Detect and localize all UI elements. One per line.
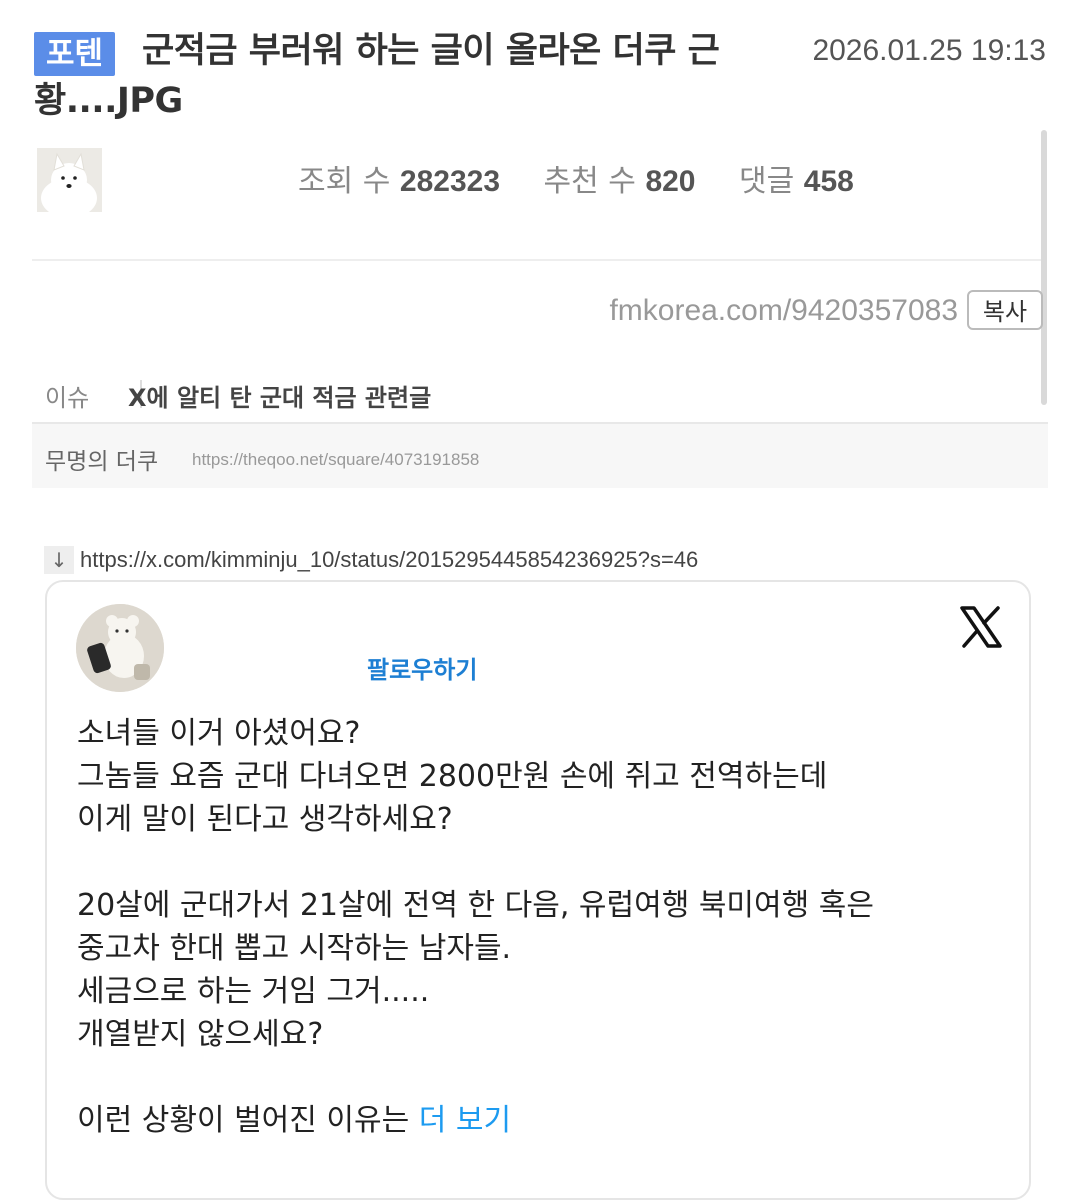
scrollbar[interactable]	[1041, 130, 1047, 405]
short-url[interactable]: fmkorea.com/9420357083	[609, 294, 958, 328]
embed-url[interactable]: https://x.com/kimminju_10/status/2015295…	[80, 547, 698, 572]
tweet-last-text: 이런 상황이 벌어진 이유는	[77, 1103, 410, 1138]
download-arrow-icon: ↓	[44, 546, 74, 574]
comments-stat: 댓글 458	[739, 164, 854, 199]
post-date: 2026.01.25 19:13	[812, 34, 1046, 67]
tweet-line: 소녀들 이거 아셨어요?	[77, 716, 361, 751]
tweet-line: 그놈들 요즘 군대 다녀오면 2800만원 손에 쥐고 전역하는데	[77, 759, 828, 794]
source-author: 무명의 더쿠	[45, 449, 159, 475]
author-avatar[interactable]	[37, 148, 102, 212]
post-header: 군적금 부러워 하는 글이 올라온 더쿠 근황....JPG 포텐 2026.0…	[34, 26, 1050, 126]
source-row: 무명의 더쿠 https://theqoo.net/square/4073191…	[32, 424, 1048, 488]
tweet-avatar[interactable]	[76, 604, 164, 692]
views-stat: 조회 수 282323	[298, 164, 500, 199]
tweet-line: 개열받지 않으세요?	[77, 1017, 324, 1052]
x-logo-icon[interactable]	[959, 606, 1003, 648]
source-link[interactable]: https://theqoo.net/square/4073191858	[192, 450, 479, 470]
recommend-stat: 추천 수 820	[543, 164, 696, 199]
issue-tag: 이슈	[45, 384, 90, 412]
category-badge[interactable]: 포텐	[34, 32, 116, 76]
tweet-line: 세금으로 하는 거임 그거.....	[77, 974, 430, 1009]
tweet-line: 중고차 한대 뽑고 시작하는 남자들.	[77, 931, 512, 966]
tweet-line: 20살에 군대가서 21살에 전역 한 다음, 유럽여행 북미여행 혹은	[77, 888, 874, 923]
embed-url-row[interactable]: ↓ https://x.com/kimminju_10/status/201529…	[44, 546, 698, 574]
tweet-card: 팔로우하기 소녀들 이거 아셨어요? 그놈들 요즘 군대 다녀오면 2800만원…	[45, 580, 1031, 1200]
post-title: 군적금 부러워 하는 글이 올라온 더쿠 근황....JPG	[34, 31, 720, 121]
read-more-link[interactable]: 더 보기	[419, 1103, 511, 1138]
tweet-last-line: 이런 상황이 벌어진 이유는 더 보기	[77, 1099, 1017, 1142]
tweet-line: 이게 말이 된다고 생각하세요?	[77, 802, 453, 837]
issue-title: X에 알티 탄 군대 적금 관련글	[128, 384, 432, 412]
header-divider	[32, 259, 1042, 261]
follow-link[interactable]: 팔로우하기	[367, 650, 477, 685]
post-stats: 조회 수 282323 추천 수 820 댓글 458	[298, 156, 888, 200]
copy-button[interactable]: 복사	[967, 290, 1043, 330]
tweet-body: 소녀들 이거 아셨어요? 그놈들 요즘 군대 다녀오면 2800만원 손에 쥐고…	[77, 712, 1017, 1142]
issue-row: 이슈 X에 알티 탄 군대 적금 관련글	[32, 368, 1048, 424]
